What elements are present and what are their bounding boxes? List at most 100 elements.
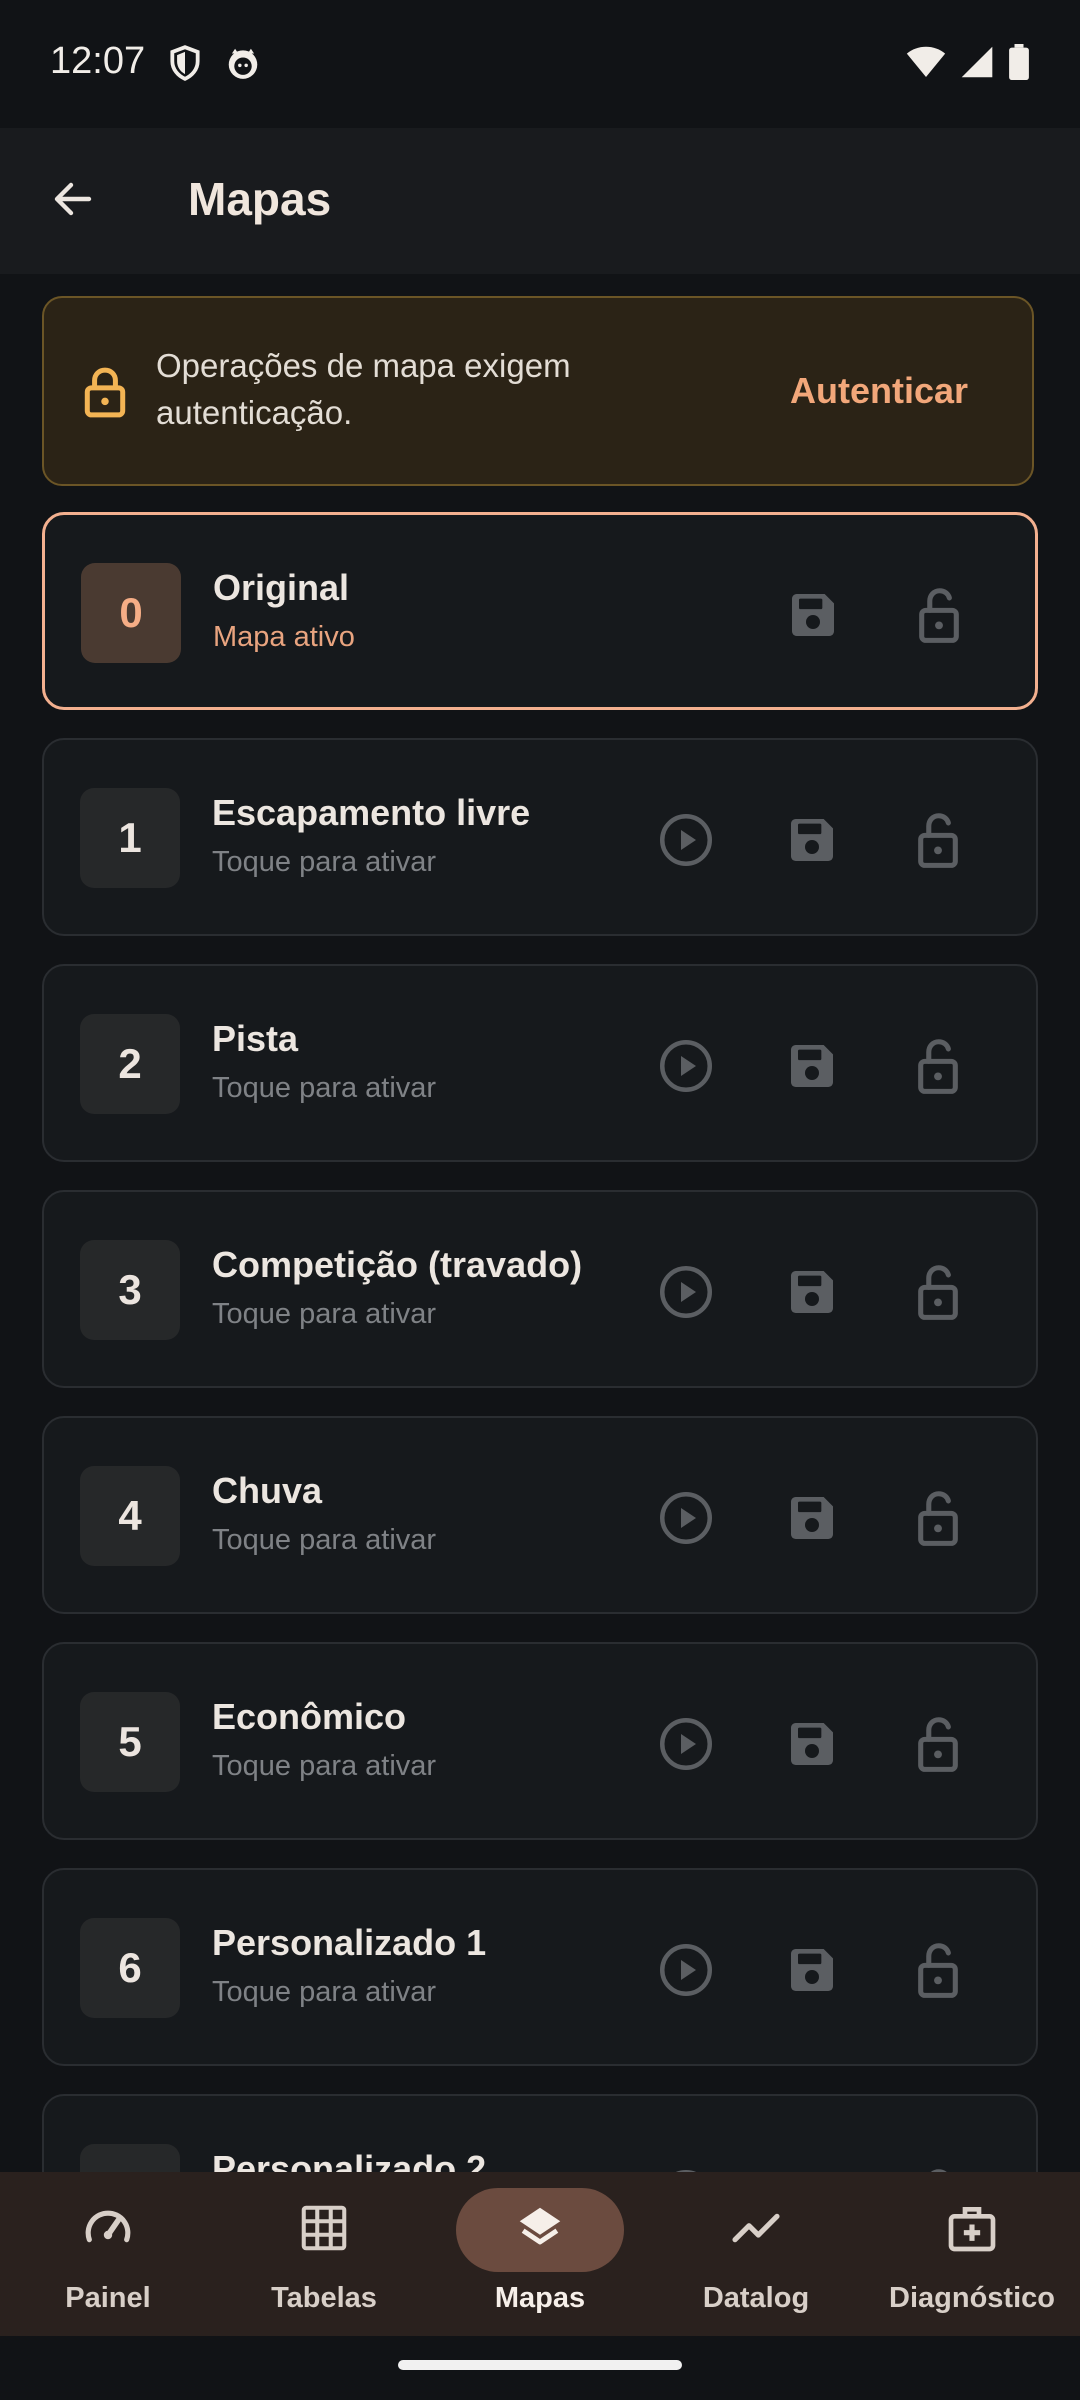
battery-icon — [1008, 44, 1030, 85]
lock-open-icon — [910, 810, 966, 875]
save-map-button[interactable] — [782, 812, 842, 872]
map-card[interactable]: 3 Competição (travado) Toque para ativar — [42, 1190, 1038, 1388]
play-circle-icon — [656, 1262, 716, 1327]
status-bar: 12:07 — [0, 0, 1080, 128]
home-gesture-handle[interactable] — [398, 2360, 682, 2370]
trend-line-icon — [728, 2200, 784, 2261]
activate-map-button[interactable] — [656, 1038, 716, 1098]
play-circle-icon — [656, 1714, 716, 1779]
lock-open-icon — [910, 1940, 966, 2005]
bottom-navigation: Painel Tabelas Mapas Datalog Diagnóstico — [0, 2172, 1080, 2336]
play-circle-icon — [656, 1940, 716, 2005]
page-title: Mapas — [188, 173, 332, 225]
lock-icon — [80, 364, 130, 425]
lock-open-icon — [910, 1262, 966, 1327]
floppy-disk-icon — [784, 1264, 840, 1325]
auth-banner: Operações de mapa exigem autenticação. A… — [42, 296, 1034, 486]
map-card[interactable]: 0 Original Mapa ativo — [42, 512, 1038, 710]
save-map-button[interactable] — [783, 587, 843, 647]
map-name: Personalizado 1 — [212, 1922, 487, 1963]
map-slot-number: 2 — [80, 1014, 180, 1114]
activate-map-button[interactable] — [656, 1942, 716, 2002]
activate-map-button[interactable] — [656, 1490, 716, 1550]
map-card[interactable]: 2 Pista Toque para ativar — [42, 964, 1038, 1162]
unlock-map-button[interactable] — [908, 1716, 968, 1776]
lock-open-icon — [910, 1036, 966, 1101]
map-slot-number: 3 — [80, 1240, 180, 1340]
map-name: Pista — [212, 1018, 299, 1059]
floppy-disk-icon — [784, 1490, 840, 1551]
nav-item-mapas[interactable]: Mapas — [432, 2172, 648, 2336]
unlock-map-button[interactable] — [908, 812, 968, 872]
save-map-button[interactable] — [782, 1038, 842, 1098]
app-bar: Mapas — [0, 128, 1080, 274]
nav-label: Datalog — [702, 2282, 810, 2314]
nav-item-painel[interactable]: Painel — [0, 2172, 216, 2336]
play-circle-icon — [656, 1036, 716, 1101]
nav-item-diagnostico[interactable]: Diagnóstico — [864, 2172, 1080, 2336]
map-slot-number: 6 — [80, 1918, 180, 2018]
lock-open-icon — [911, 585, 967, 650]
nav-icon-container — [888, 2188, 1056, 2272]
back-button[interactable] — [40, 168, 106, 234]
lock-open-icon — [910, 1714, 966, 1779]
unlock-map-button[interactable] — [908, 1264, 968, 1324]
floppy-disk-icon — [784, 1038, 840, 1099]
floppy-disk-icon — [785, 587, 841, 648]
gesture-bar-area — [0, 2336, 1080, 2400]
map-slot-number: 4 — [80, 1466, 180, 1566]
nav-icon-container — [456, 2188, 624, 2272]
map-status: Mapa ativo — [213, 621, 355, 653]
floppy-disk-icon — [784, 812, 840, 873]
nav-label: Painel — [65, 2282, 151, 2314]
map-slot-number: 7 — [80, 2144, 180, 2172]
map-card[interactable]: 7Personalizado 2Toque para ativar — [42, 2094, 1038, 2172]
layers-icon — [513, 2201, 567, 2260]
nav-icon-container — [24, 2188, 192, 2272]
map-status: Toque para ativar — [212, 846, 437, 878]
map-card[interactable]: 5 Econômico Toque para ativar — [42, 1642, 1038, 1840]
map-card[interactable]: 1 Escapamento livre Toque para ativar — [42, 738, 1038, 936]
map-card[interactable]: 4 Chuva Toque para ativar — [42, 1416, 1038, 1614]
maps-list[interactable]: Operações de mapa exigem autenticação. A… — [0, 274, 1080, 2172]
lock-open-icon — [910, 1488, 966, 1553]
status-time: 12:07 — [50, 40, 146, 82]
unlock-map-button[interactable] — [909, 587, 969, 647]
map-name: Econômico — [212, 1696, 407, 1737]
activate-map-button[interactable] — [656, 1264, 716, 1324]
arrow-back-icon — [49, 175, 97, 228]
save-map-button[interactable] — [782, 1942, 842, 2002]
wifi-icon — [906, 45, 946, 84]
map-name: Competição (travado) — [212, 1244, 583, 1285]
nav-label: Tabelas — [271, 2282, 377, 2314]
map-name: Chuva — [212, 1470, 323, 1511]
cat-face-icon — [224, 44, 262, 87]
unlock-map-button[interactable] — [908, 1490, 968, 1550]
nav-item-datalog[interactable]: Datalog — [648, 2172, 864, 2336]
nav-item-tabelas[interactable]: Tabelas — [216, 2172, 432, 2336]
auth-banner-message: Operações de mapa exigem autenticação. — [156, 347, 571, 431]
save-map-button[interactable] — [782, 1264, 842, 1324]
map-name: Original — [213, 567, 350, 608]
grid-icon — [297, 2201, 351, 2260]
unlock-map-button[interactable] — [908, 1942, 968, 2002]
map-status: Toque para ativar — [212, 1298, 437, 1330]
floppy-disk-icon — [784, 1942, 840, 2003]
save-map-button[interactable] — [782, 1716, 842, 1776]
play-circle-icon — [656, 1488, 716, 1553]
authenticate-button[interactable]: Autenticar — [790, 370, 968, 412]
map-status: Toque para ativar — [212, 1072, 437, 1104]
save-map-button[interactable] — [782, 1490, 842, 1550]
medical-kit-icon — [944, 2200, 1000, 2261]
activate-map-button[interactable] — [656, 812, 716, 872]
map-status: Toque para ativar — [212, 1524, 437, 1556]
map-status: Toque para ativar — [212, 1976, 437, 2008]
map-slot-number: 5 — [80, 1692, 180, 1792]
nav-label: Mapas — [494, 2282, 586, 2314]
unlock-map-button[interactable] — [908, 1038, 968, 1098]
nav-icon-container — [240, 2188, 408, 2272]
nav-label: Diagnóstico — [889, 2282, 1055, 2314]
activate-map-button[interactable] — [656, 1716, 716, 1776]
map-card[interactable]: 6 Personalizado 1 Toque para ativar — [42, 1868, 1038, 2066]
cellular-signal-icon — [960, 45, 994, 84]
